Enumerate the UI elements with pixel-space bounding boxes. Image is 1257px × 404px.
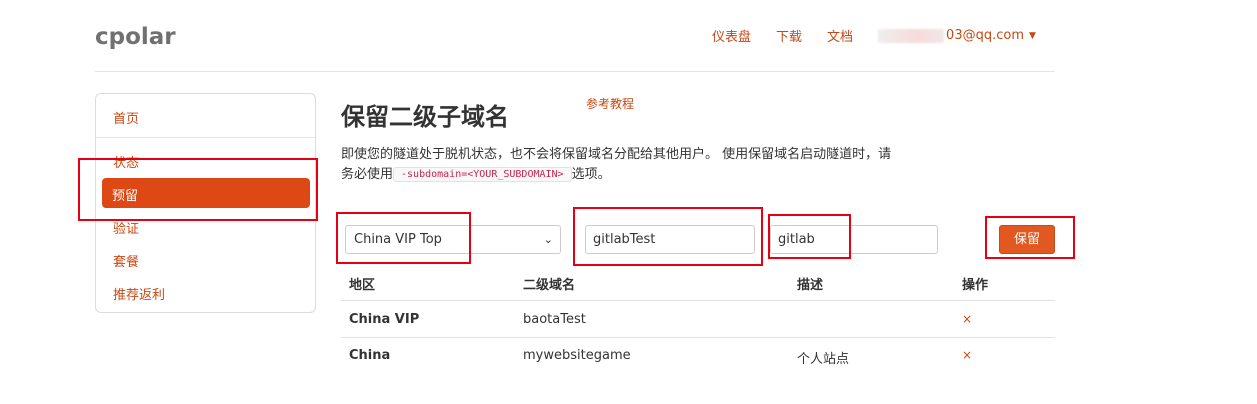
top-nav: 仪表盘 下载 文档 03@qq.com ▼ [712,26,1036,45]
row2-subdomain: mywebsitegame [523,348,631,363]
nav-download-link[interactable]: 下载 [776,26,802,45]
subdomain-input[interactable]: gitlabTest [585,225,755,254]
chevron-down-icon: ⌄ [543,233,553,246]
page-title: 保留二级子域名 [341,103,509,131]
sidebar-item-plans[interactable]: 套餐 [113,251,139,270]
subdomain-code: -subdomain=<YOUR_SUBDOMAIN> [393,167,572,182]
row2-delete-icon[interactable]: × [962,348,972,362]
nav-docs-link[interactable]: 文档 [827,26,853,45]
region-select-value: China VIP Top [354,232,442,247]
sidebar-item-reserve[interactable]: 预留 [102,178,310,208]
sidebar-divider [96,137,315,138]
row1-subdomain: baotaTest [523,312,586,327]
nav-dashboard-link[interactable]: 仪表盘 [712,26,751,45]
user-email: 03@qq.com [946,28,1024,43]
page-description: 即使您的隧道处于脱机状态，也不会将保留域名分配给其他用户。 使用保留域名启动隧道… [341,145,901,185]
row1-region: China VIP [349,312,420,327]
sidebar-item-verify[interactable]: 验证 [113,218,139,237]
redacted-email-prefix [878,28,945,43]
col-header-actions: 操作 [962,278,989,293]
table-header-divider [341,300,1055,301]
col-header-subdomain: 二级域名 [523,278,576,293]
tutorial-link[interactable]: 参考教程 [586,95,634,112]
caret-down-icon: ▼ [1029,30,1036,41]
col-header-region: 地区 [349,278,376,293]
sidebar-item-referral[interactable]: 推荐返利 [113,284,165,303]
reserve-button[interactable]: 保留 [999,225,1055,254]
description-input[interactable]: gitlab [770,225,938,254]
region-select[interactable]: China VIP Top ⌄ [345,225,561,254]
cpolar-logo[interactable]: cpolar [95,24,176,50]
header-divider [95,71,1055,72]
sidebar: 首页 状态 预留 验证 套餐 推荐返利 [95,93,316,313]
col-header-description: 描述 [797,278,824,293]
table-row-divider [341,337,1055,338]
desc-text-after: 选项。 [571,167,611,182]
sidebar-item-home[interactable]: 首页 [113,108,139,127]
sidebar-item-status[interactable]: 状态 [113,152,139,171]
row2-description: 个人站点 [797,352,850,367]
row2-region: China [349,348,391,363]
user-menu[interactable]: 03@qq.com ▼ [878,28,1036,43]
row1-delete-icon[interactable]: × [962,312,972,326]
